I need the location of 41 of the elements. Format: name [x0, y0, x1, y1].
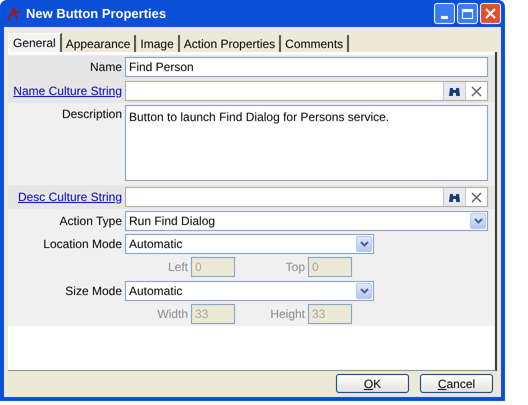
maximize-button[interactable] — [457, 3, 478, 24]
dropdown-field[interactable]: Run Find Dialog — [125, 210, 488, 230]
app-logo-icon — [6, 6, 22, 22]
binoculars-icon — [448, 192, 461, 202]
close-icon — [485, 8, 496, 19]
chevron-down-icon — [474, 218, 482, 224]
chevron-down-icon — [360, 240, 368, 246]
close-icon — [471, 192, 482, 202]
close-icon — [471, 86, 482, 96]
field-label: Description — [62, 107, 122, 121]
dropdown-field[interactable]: Automatic — [125, 234, 374, 254]
field-label: Top — [286, 259, 305, 276]
field-label: Location Mode — [43, 236, 122, 250]
name-field[interactable]: Find Person — [125, 57, 488, 77]
field-label: Width — [157, 306, 188, 323]
field-label: Action Type — [60, 214, 122, 228]
dropdown-button[interactable] — [356, 236, 372, 252]
tab[interactable]: General — [8, 33, 62, 52]
dropdown-field[interactable]: Automatic — [125, 280, 374, 300]
binoculars-button[interactable] — [443, 188, 465, 206]
field-label: Name — [90, 60, 122, 74]
culture-string-field[interactable] — [125, 81, 488, 101]
culture-string-link[interactable]: Name Culture String — [13, 84, 122, 98]
minimize-button[interactable] — [434, 3, 455, 24]
window-title: New Button Properties — [26, 4, 166, 23]
dropdown-button[interactable] — [470, 212, 486, 228]
binoculars-icon — [448, 86, 461, 96]
maximize-icon — [462, 8, 473, 18]
chevron-down-icon — [360, 288, 368, 294]
dropdown-button[interactable] — [356, 282, 372, 298]
field-label: Left — [168, 259, 188, 276]
field-label: Size Mode — [65, 284, 122, 298]
culture-string-link[interactable]: Desc Culture String — [18, 190, 122, 204]
field-label: Height — [270, 306, 305, 323]
dialog-button[interactable]: Cancel — [420, 374, 493, 393]
dialog-button[interactable]: OK — [336, 374, 409, 393]
description-field[interactable]: Button to launch Find Dialog for Persons service. — [125, 105, 488, 181]
close-button[interactable] — [480, 3, 501, 24]
culture-string-field[interactable] — [125, 187, 488, 207]
binoculars-button[interactable] — [443, 82, 465, 100]
minimize-icon — [441, 16, 448, 19]
